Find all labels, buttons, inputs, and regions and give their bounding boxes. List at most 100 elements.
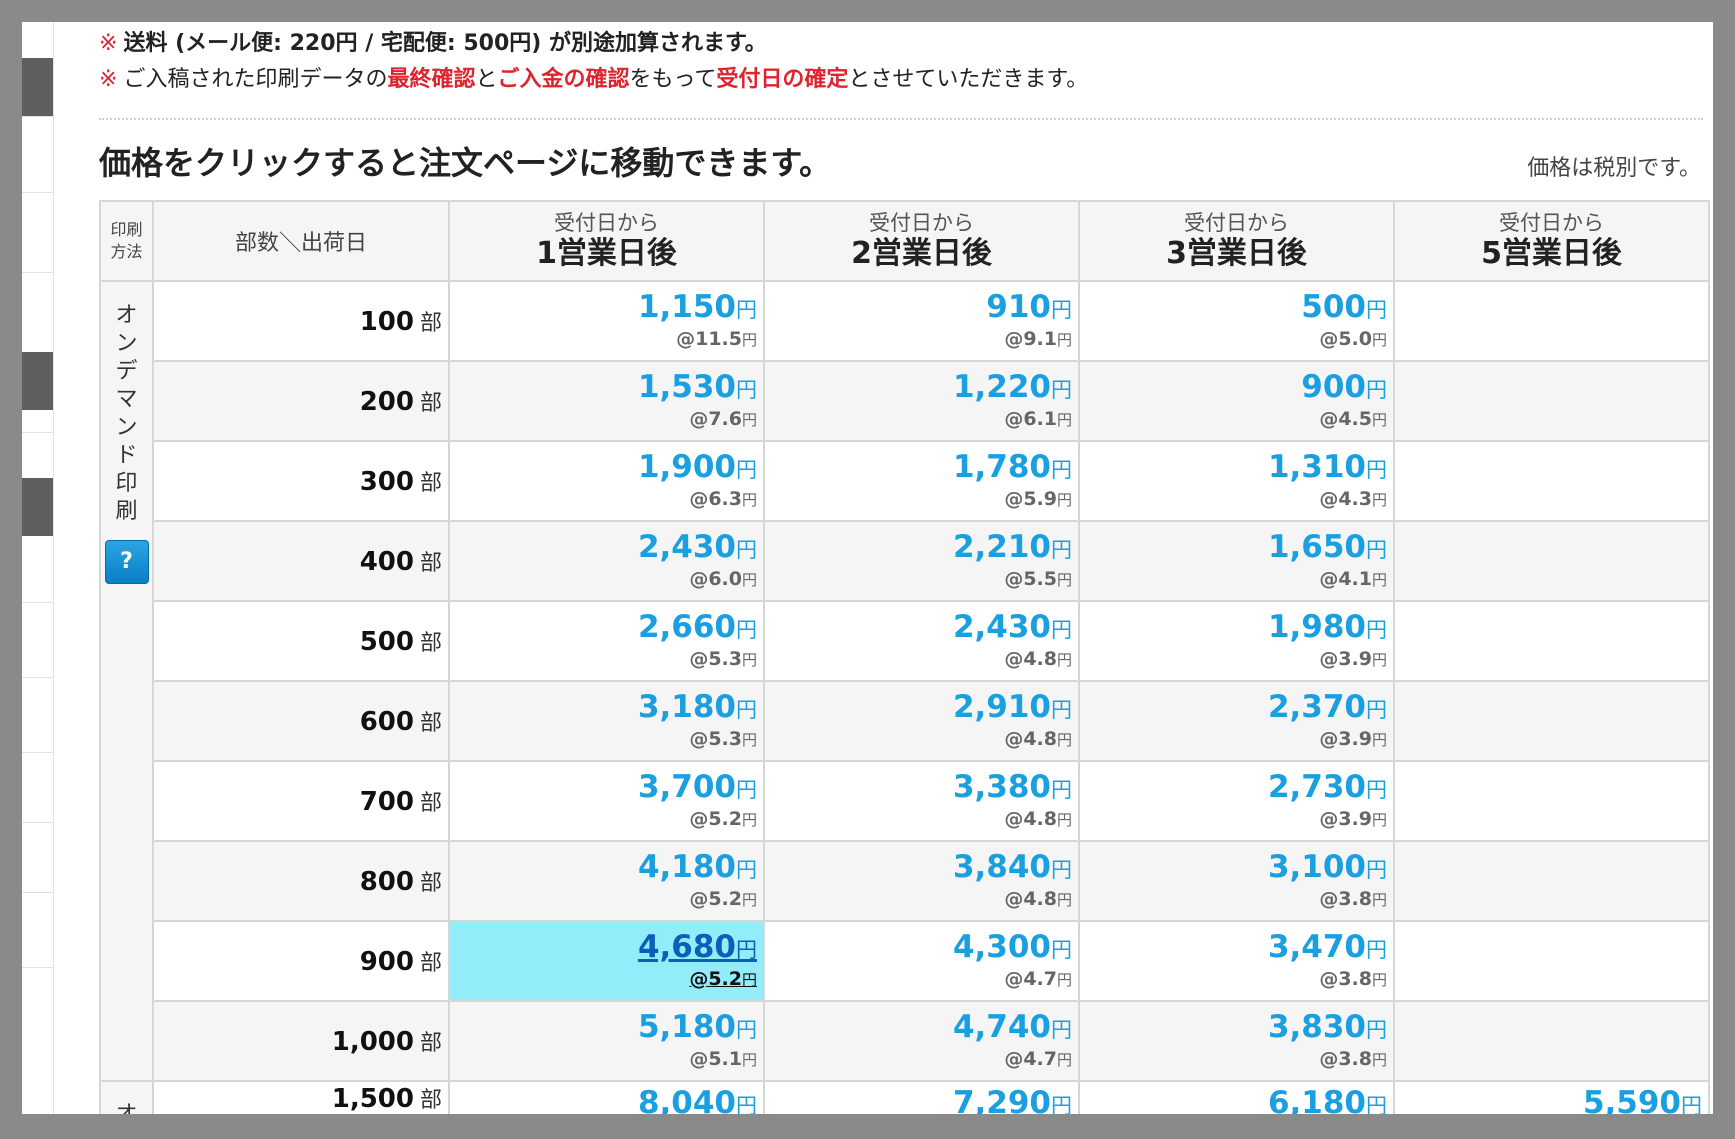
price-cell[interactable]: 1,650円 @4.1円 [1078,520,1395,602]
price-cell[interactable]: 2,430円 @4.8円 [763,600,1080,682]
help-button[interactable]: ? [104,540,149,584]
price-total[interactable]: 1,650円 [1080,530,1387,567]
yen-unit: 円 [1371,411,1387,429]
yen-unit: 円 [736,778,757,802]
price-cell[interactable]: 1,530円 @7.6円 [448,360,765,442]
price-total[interactable]: 1,780円 [765,450,1072,487]
yen-unit: 円 [736,698,757,722]
note-highlight: 最終確認 [387,67,476,92]
price-cell[interactable]: 7,290円 [763,1080,1080,1114]
price-total[interactable]: 5,590円 [1395,1086,1702,1114]
price-total[interactable]: 2,660円 [450,610,757,647]
price-per-unit-value: @6.3 [689,488,742,510]
price-total[interactable]: 1,150円 [450,290,757,327]
price-total[interactable]: 3,840円 [765,850,1072,887]
price-per-unit: @4.3円 [1080,487,1387,512]
price-cell[interactable]: 4,680円 @5.2円 [448,920,765,1002]
price-per-unit: @5.3円 [450,647,757,672]
price-cell[interactable]: 1,980円 @3.9円 [1078,600,1395,682]
price-total[interactable]: 2,730円 [1080,770,1387,807]
price-total[interactable]: 7,290円 [765,1086,1072,1114]
price-cell[interactable]: 500円 @5.0円 [1078,280,1395,362]
price-total-value: 2,430 [952,609,1051,645]
price-cell[interactable]: 5,180円 @5.1円 [448,1000,765,1082]
price-cell[interactable]: 4,300円 @4.7円 [763,920,1080,1002]
price-total-value: 910 [986,289,1051,325]
quantity-cell: 1,000 部 [152,1000,450,1082]
price-cell[interactable]: 2,370円 @3.9円 [1078,680,1395,762]
price-cell[interactable]: 3,100円 @3.8円 [1078,840,1395,922]
yen-unit: 円 [1371,651,1387,669]
price-per-unit: @3.8円 [1080,887,1387,912]
quantity-cell: 900 部 [152,920,450,1002]
price-cell[interactable]: 5,590円 [1393,1080,1710,1114]
price-cell[interactable]: 4,740円 @4.7円 [763,1000,1080,1082]
price-cell[interactable]: 2,430円 @6.0円 [448,520,765,602]
yen-unit: 円 [1056,651,1072,669]
price-cell[interactable]: 2,210円 @5.5円 [763,520,1080,602]
price-cell[interactable]: 2,730円 @3.9円 [1078,760,1395,842]
price-cell[interactable]: 8,040円 [448,1080,765,1114]
price-total[interactable]: 2,430円 [450,530,757,567]
header-delivery-5day: 受付日から 5営業日後 [1393,200,1710,282]
quantity-unit: 部 [419,551,442,576]
table-header-row: 印刷 方法 部数＼出荷日 受付日から 1営業日後 受付日から 2営業日後 受付日… [99,200,1710,282]
price-total[interactable]: 3,830円 [1080,1010,1387,1047]
price-cell[interactable]: 1,310円 @4.3円 [1078,440,1395,522]
price-cell[interactable]: 910円 @9.1円 [763,280,1080,362]
price-cell[interactable]: 1,220円 @6.1円 [763,360,1080,442]
price-cell[interactable]: 4,180円 @5.2円 [448,840,765,922]
rail-tab[interactable] [22,478,53,536]
price-total[interactable]: 3,470円 [1080,930,1387,967]
yen-unit: 円 [741,571,757,589]
price-total-value: 6,180 [1267,1085,1366,1114]
price-total[interactable]: 900円 [1080,370,1387,407]
price-cell[interactable]: 1,900円 @6.3円 [448,440,765,522]
price-total[interactable]: 3,100円 [1080,850,1387,887]
price-total[interactable]: 4,300円 [765,930,1072,967]
price-total[interactable]: 4,180円 [450,850,757,887]
price-total[interactable]: 4,740円 [765,1010,1072,1047]
price-total-value: 5,590 [1582,1085,1681,1114]
price-total[interactable]: 3,180円 [450,690,757,727]
price-cell[interactable]: 2,660円 @5.3円 [448,600,765,682]
price-total-value: 2,210 [952,529,1051,565]
price-total[interactable]: 2,210円 [765,530,1072,567]
rail-tab[interactable] [22,352,53,410]
price-cell[interactable]: 1,150円 @11.5円 [448,280,765,362]
price-cell[interactable]: 3,180円 @5.3円 [448,680,765,762]
price-total[interactable]: 2,430円 [765,610,1072,647]
price-total[interactable]: 5,180円 [450,1010,757,1047]
price-total[interactable]: 1,530円 [450,370,757,407]
price-cell[interactable]: 3,380円 @4.8円 [763,760,1080,842]
price-total[interactable]: 500円 [1080,290,1387,327]
price-total[interactable]: 910円 [765,290,1072,327]
price-total-value: 2,730 [1267,769,1366,805]
price-cell[interactable]: 900円 @4.5円 [1078,360,1395,442]
price-cell[interactable]: 6,180円 [1078,1080,1395,1114]
rail-divider [22,192,53,193]
price-total[interactable]: 1,980円 [1080,610,1387,647]
price-total-value: 1,900 [637,449,736,485]
price-total[interactable]: 1,900円 [450,450,757,487]
price-cell[interactable]: 1,780円 @5.9円 [763,440,1080,522]
price-total[interactable]: 4,680円 [450,930,757,967]
price-total[interactable]: 6,180円 [1080,1086,1387,1114]
rail-tab[interactable] [22,58,53,116]
price-cell[interactable]: 3,700円 @5.2円 [448,760,765,842]
rail-divider [22,116,53,117]
rail-divider [22,677,53,678]
quantity-value: 200 [359,387,414,417]
price-total[interactable]: 3,380円 [765,770,1072,807]
price-cell[interactable]: 3,830円 @3.8円 [1078,1000,1395,1082]
price-cell[interactable]: 3,470円 @3.8円 [1078,920,1395,1002]
price-cell[interactable]: 3,840円 @4.8円 [763,840,1080,922]
price-per-unit-value: @3.8 [1319,1048,1372,1070]
price-cell[interactable]: 2,910円 @4.8円 [763,680,1080,762]
price-total[interactable]: 2,370円 [1080,690,1387,727]
price-total[interactable]: 1,220円 [765,370,1072,407]
price-total[interactable]: 3,700円 [450,770,757,807]
price-total[interactable]: 1,310円 [1080,450,1387,487]
price-total[interactable]: 2,910円 [765,690,1072,727]
price-total[interactable]: 8,040円 [450,1086,757,1114]
